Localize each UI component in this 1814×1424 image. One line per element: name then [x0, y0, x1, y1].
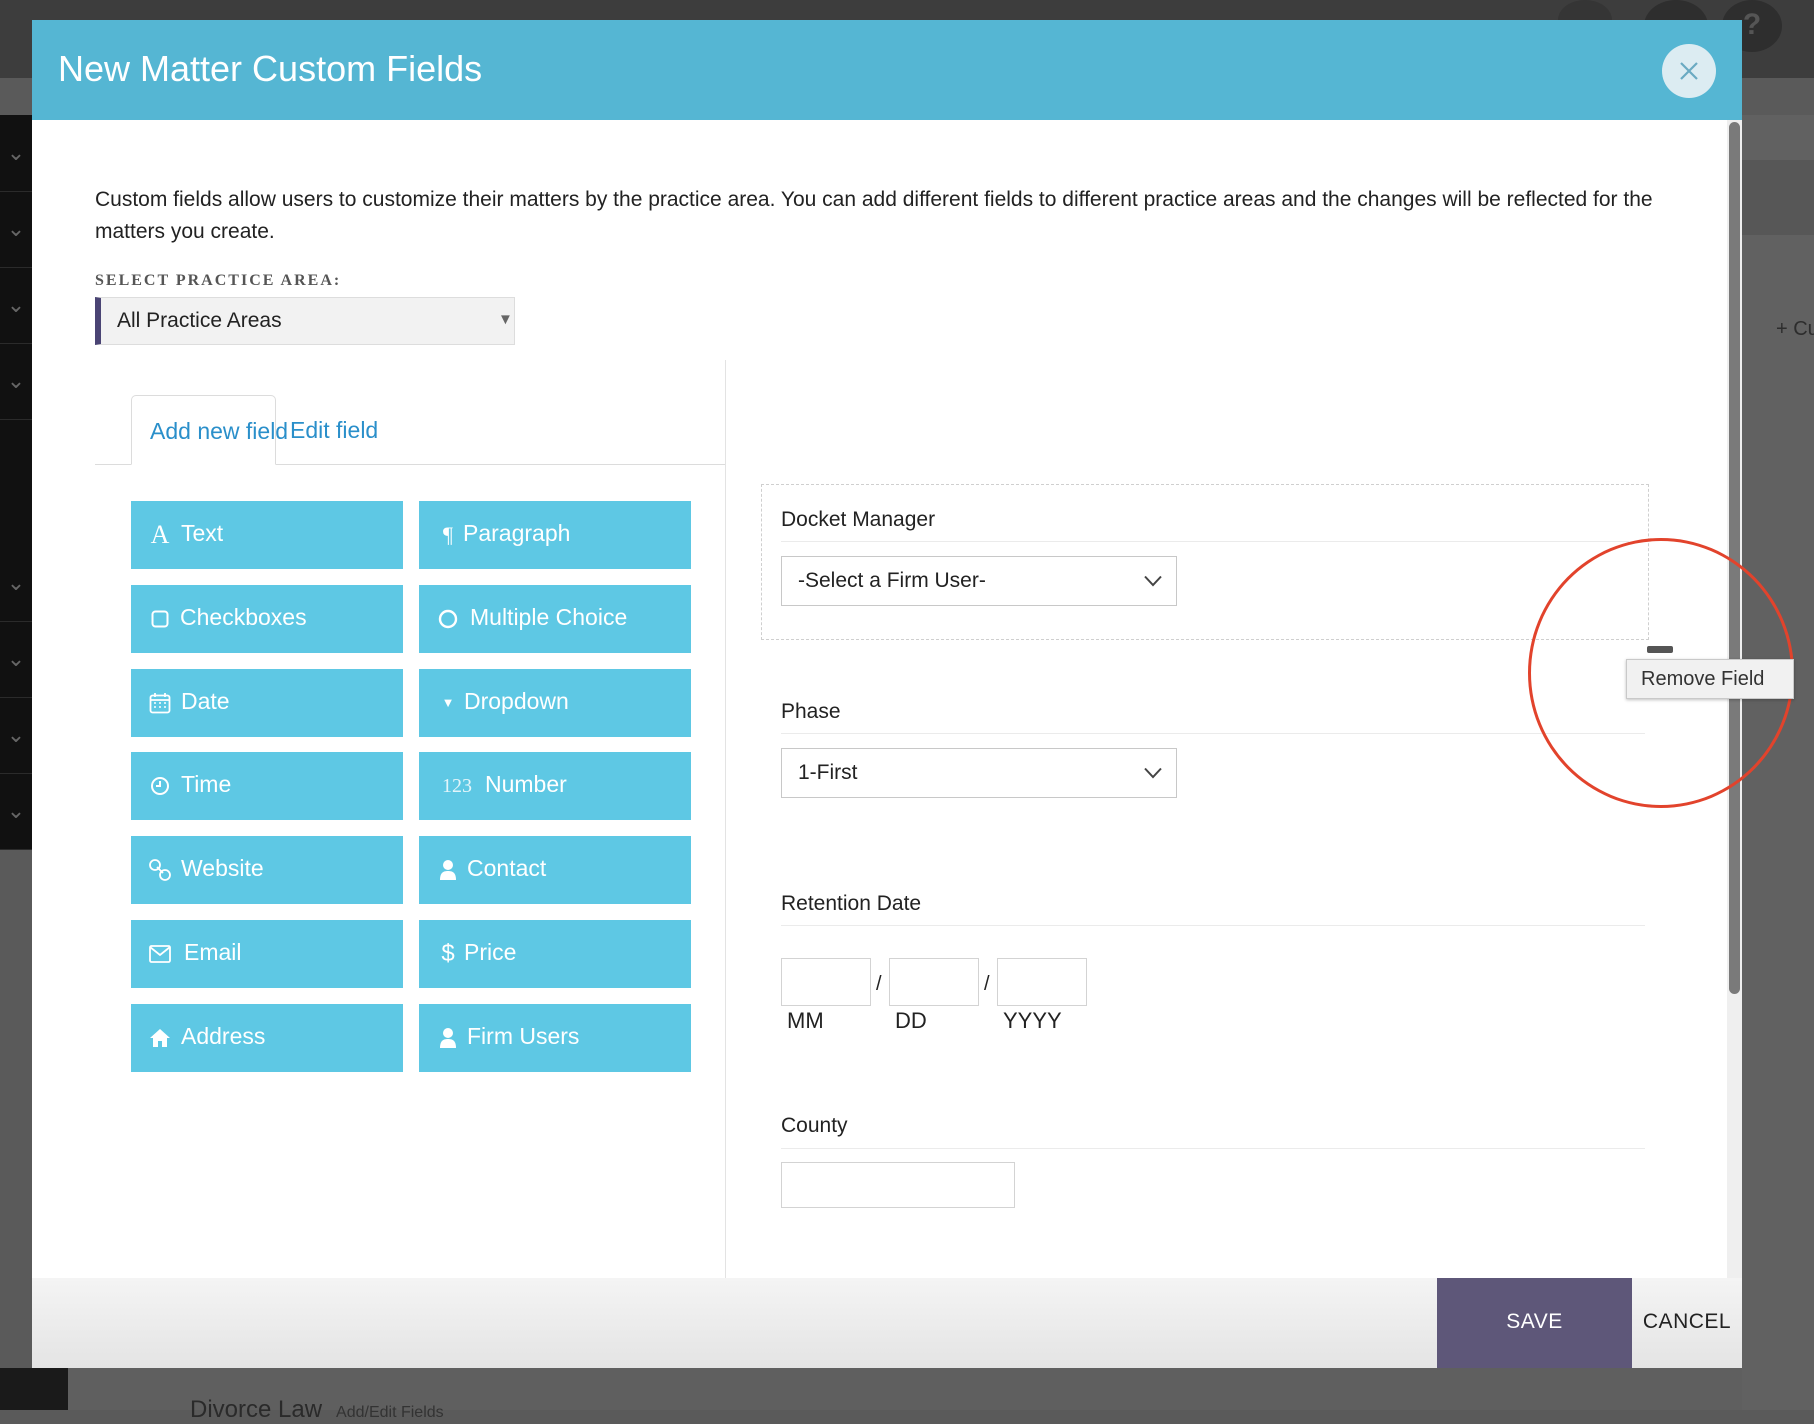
checkbox-icon	[149, 605, 171, 633]
date-separator: /	[984, 973, 990, 995]
field-type-label: Address	[181, 1023, 266, 1049]
tooltip-text: Remove Field	[1641, 668, 1765, 690]
practice-area-label: SELECT PRACTICE AREA:	[95, 272, 342, 289]
phase-value: 1-First	[798, 761, 858, 784]
field-type-label: Firm Users	[467, 1023, 580, 1049]
field-type-label: Checkboxes	[180, 604, 307, 630]
chevron-down-icon: ⌄	[0, 191, 32, 268]
letter-a-icon: A	[150, 520, 170, 549]
chevron-down-icon: ⌄	[0, 115, 32, 192]
field-type-label: Multiple Choice	[470, 604, 628, 630]
link-icon	[149, 856, 171, 884]
envelope-icon	[149, 940, 171, 968]
home-icon	[149, 1024, 171, 1052]
chevron-down-icon: ⌄	[0, 267, 32, 344]
remove-field-tooltip: Remove Field	[1626, 659, 1794, 699]
field-type-label: Paragraph	[463, 520, 571, 546]
day-hint: DD	[895, 1008, 927, 1033]
chevron-down-icon	[1144, 575, 1162, 587]
year-hint: YYYY	[1003, 1008, 1062, 1033]
background-right-band	[1742, 160, 1814, 235]
calendar-icon	[149, 689, 171, 717]
field-type-label: Date	[181, 688, 230, 714]
county-label: County	[781, 1114, 848, 1137]
county-input[interactable]	[781, 1162, 1015, 1208]
caret-down-icon: ▼	[498, 311, 513, 328]
practice-area-select[interactable]: All Practice Areas ▼	[95, 297, 515, 345]
field-type-label: Time	[181, 771, 232, 797]
add-email-field-button[interactable]: Email	[131, 920, 403, 988]
tab-add-new-field[interactable]: Add new field	[131, 395, 288, 465]
field-type-label: Contact	[467, 855, 547, 881]
month-hint: MM	[787, 1008, 824, 1033]
chevron-down-icon: ⌄	[0, 545, 32, 622]
add-price-field-button[interactable]: $ Price	[419, 920, 691, 988]
person-icon	[437, 1024, 459, 1052]
field-type-label: Website	[181, 855, 264, 881]
clock-icon	[149, 772, 171, 800]
pilcrow-icon: ¶	[443, 522, 453, 547]
practice-area-value: All Practice Areas	[117, 309, 282, 332]
add-contact-field-button[interactable]: Contact	[419, 836, 691, 904]
close-icon	[1680, 62, 1698, 80]
add-firm-users-field-button[interactable]: Firm Users	[419, 1004, 691, 1072]
docket-manager-label: Docket Manager	[781, 508, 936, 531]
add-address-field-button[interactable]: Address	[131, 1004, 403, 1072]
dollar-icon: $	[441, 940, 455, 967]
add-text-field-button[interactable]: A Text	[131, 501, 403, 569]
add-checkboxes-field-button[interactable]: Checkboxes	[131, 585, 403, 653]
retention-day-input[interactable]	[889, 958, 979, 1006]
retention-year-input[interactable]	[997, 958, 1087, 1006]
field-type-label: Price	[464, 939, 517, 965]
retention-date-label: Retention Date	[781, 892, 922, 915]
chevron-down-icon: ⌄	[0, 621, 32, 698]
retention-month-input[interactable]	[781, 958, 871, 1006]
caret-down-icon: ▼	[441, 695, 455, 710]
field-type-label: Email	[184, 939, 242, 965]
numbers-icon: 123	[442, 775, 472, 797]
date-separator: /	[876, 973, 882, 995]
add-date-field-button[interactable]: Date	[131, 669, 403, 737]
cancel-button[interactable]: CANCEL	[1632, 1278, 1742, 1368]
field-divider	[781, 925, 1645, 926]
modal-title: New Matter Custom Fields	[58, 48, 483, 89]
chevron-down-icon: ⌄	[0, 343, 32, 420]
background-sidebar: ⌄ ⌄ ⌄ ⌄ ⌄ ⌄ ⌄ ⌄	[0, 115, 32, 850]
tab-label: Add new field	[150, 418, 289, 444]
docket-manager-select[interactable]: -Select a Firm User-	[781, 556, 1177, 606]
radio-icon	[437, 605, 459, 633]
field-type-label: Number	[485, 771, 567, 797]
column-divider	[725, 360, 726, 1368]
background-add-link: + Cu	[1776, 318, 1814, 340]
modal-header: New Matter Custom Fields	[32, 20, 1742, 120]
add-time-field-button[interactable]: Time	[131, 752, 403, 820]
add-dropdown-field-button[interactable]: ▼ Dropdown	[419, 669, 691, 737]
field-type-label: Dropdown	[464, 688, 569, 714]
phase-select[interactable]: 1-First	[781, 748, 1177, 798]
background-bottom-dark	[0, 1368, 68, 1410]
add-multiple-choice-field-button[interactable]: Multiple Choice	[419, 585, 691, 653]
close-button[interactable]	[1662, 44, 1716, 98]
chevron-down-icon: ⌄	[0, 697, 32, 774]
background-edit-link: Add/Edit Fields	[336, 1404, 444, 1421]
tab-edit-field[interactable]: Edit field	[290, 395, 420, 465]
field-divider	[781, 1148, 1645, 1149]
person-icon	[437, 856, 459, 884]
field-divider	[781, 541, 1629, 542]
tab-label: Edit field	[290, 417, 379, 443]
background-section-title: Divorce Law Add/Edit Fields	[190, 1396, 444, 1424]
docket-manager-value: -Select a Firm User-	[798, 569, 986, 592]
phase-label: Phase	[781, 700, 841, 723]
intro-text: Custom fields allow users to customize t…	[95, 188, 1653, 243]
save-label: SAVE	[1506, 1310, 1563, 1333]
chevron-down-icon	[1144, 767, 1162, 779]
field-divider	[781, 733, 1645, 734]
add-number-field-button[interactable]: 123 Number	[419, 752, 691, 820]
add-paragraph-field-button[interactable]: ¶ Paragraph	[419, 501, 691, 569]
add-website-field-button[interactable]: Website	[131, 836, 403, 904]
cancel-label: CANCEL	[1642, 1310, 1732, 1333]
chevron-down-icon: ⌄	[0, 773, 32, 850]
save-button[interactable]: SAVE	[1437, 1278, 1632, 1368]
field-type-label: Text	[181, 520, 224, 546]
